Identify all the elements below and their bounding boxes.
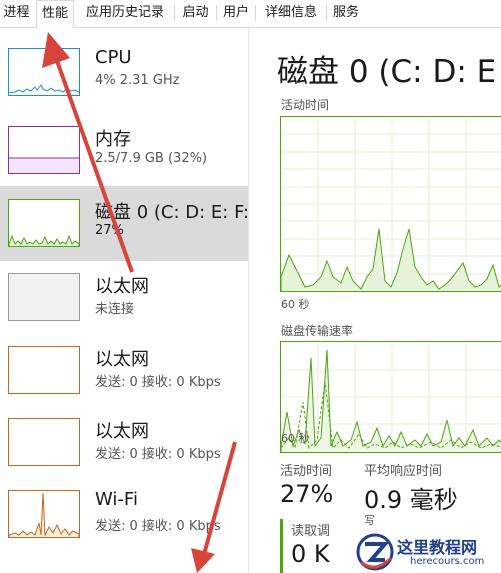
- watermark-logo-icon: [356, 533, 394, 571]
- tab-users[interactable]: 用户: [217, 0, 255, 26]
- watermark-url: herecours.com: [410, 556, 485, 567]
- response-time-stat-value: 0.9 毫秒: [364, 486, 458, 514]
- tab-bar: 进程 性能 应用历史记录 启动 用户 详细信息 服务: [0, 0, 501, 28]
- sidebar-item-ethernet-2[interactable]: 以太网 发送: 0 接收: 0 Kbps: [0, 334, 248, 402]
- activity-time-graph: [280, 116, 501, 292]
- read-speed-bar: [280, 519, 283, 573]
- annotation-arrow-down-icon: [191, 441, 237, 573]
- site-watermark: 这里教程网 herecours.com: [355, 532, 501, 573]
- ethernet-thumbnail-graph: [8, 273, 80, 321]
- tab-services[interactable]: 服务: [327, 0, 365, 26]
- write-speed-label: 写: [364, 514, 375, 527]
- tab-details[interactable]: 详细信息: [256, 0, 326, 26]
- tab-performance[interactable]: 性能: [36, 0, 74, 28]
- page-title: 磁盘 0 (C: D: E: [277, 54, 497, 90]
- tab-startup[interactable]: 启动: [175, 0, 216, 26]
- annotation-arrow-up-icon: [42, 32, 134, 273]
- read-speed-value: 0 K: [291, 540, 330, 568]
- disk-detail-panel: 磁盘 0 (C: D: E 活动时间 60 秒 磁盘传输速率 60 秒 活动时间…: [249, 28, 501, 573]
- sidebar-item-title: 以太网: [95, 421, 149, 442]
- active-time-stat-value: 27%: [280, 480, 334, 508]
- watermark-name: 这里教程网: [397, 538, 478, 557]
- transfer-rate-graph: [280, 341, 501, 453]
- response-time-stat-label: 平均响应时间: [364, 464, 443, 479]
- ethernet-thumbnail-graph: [8, 418, 80, 466]
- activity-graph-label: 活动时间: [281, 98, 330, 112]
- sidebar-item-subtitle: 发送: 0 接收: 0 Kbps: [95, 375, 221, 390]
- transfer-graph-timespan: 60 秒: [281, 432, 310, 445]
- tab-processes[interactable]: 进程: [0, 0, 33, 26]
- wifi-thumbnail-graph: [8, 490, 80, 538]
- active-time-stat-label: 活动时间: [280, 464, 333, 479]
- read-speed-label: 读取调: [291, 524, 331, 539]
- transfer-graph-label: 磁盘传输速率: [281, 324, 354, 338]
- tab-app-history[interactable]: 应用历史记录: [76, 0, 174, 26]
- sidebar-item-title: Wi-Fi: [95, 489, 138, 510]
- sidebar-item-title: 以太网: [95, 349, 149, 370]
- sidebar-item-subtitle: 未连接: [95, 302, 135, 317]
- activity-graph-timespan: 60 秒: [281, 298, 310, 311]
- ethernet-thumbnail-graph: [8, 346, 80, 394]
